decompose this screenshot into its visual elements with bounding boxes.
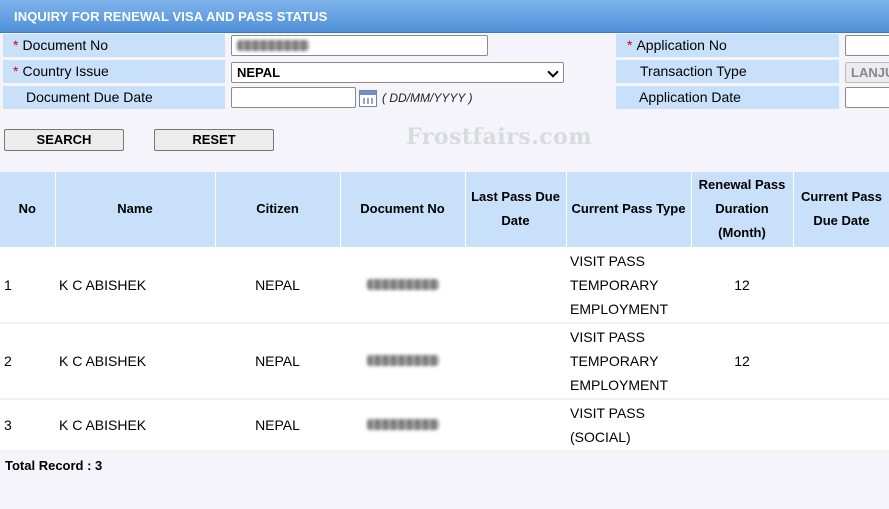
cell-current-pass-due-date: [793, 323, 889, 400]
application-no-input[interactable]: [845, 35, 889, 56]
redacted-document-no: [237, 40, 309, 51]
required-mark: *: [627, 37, 633, 53]
cell-last-pass-due-date: [465, 323, 566, 400]
page-header: INQUIRY FOR RENEWAL VISA AND PASS STATUS: [0, 0, 889, 33]
column-header-citizen: Citizen: [215, 172, 341, 248]
cell-renewal-pass-duration: 12: [691, 323, 793, 400]
redacted-document-no: [366, 419, 439, 430]
cell-renewal-pass-duration: 12: [691, 247, 793, 324]
table-row: 3 K C ABISHEK NEPAL VISIT PASS (SOCIAL): [0, 399, 889, 452]
cell-current-pass-due-date: [793, 247, 889, 324]
results-table: No Name Citizen Document No Last Pass Du…: [0, 172, 889, 452]
cell-current-pass-due-date: [793, 399, 889, 452]
cell-renewal-pass-duration: [691, 399, 793, 452]
table-row: 2 K C ABISHEK NEPAL VISIT PASS TEMPORARY…: [0, 323, 889, 400]
required-mark: *: [13, 63, 19, 79]
chevron-down-icon: [547, 66, 559, 78]
date-format-hint: ( DD/MM/YYYY ): [382, 91, 473, 105]
search-button[interactable]: SEARCH: [4, 129, 124, 151]
total-record: Total Record : 3: [5, 458, 103, 473]
cell-document-no: [340, 323, 465, 400]
cell-last-pass-due-date: [465, 399, 566, 452]
redacted-document-no: [366, 355, 439, 366]
column-header-current-pass-type: Current Pass Type: [566, 172, 692, 248]
column-header-no: No: [0, 172, 56, 248]
cell-name: K C ABISHEK: [55, 323, 215, 400]
country-issue-label: * Country Issue: [3, 60, 225, 83]
application-no-label: * Application No: [616, 34, 839, 57]
cell-current-pass-type: VISIT PASS (SOCIAL): [566, 399, 691, 452]
cell-no: 1: [0, 247, 55, 324]
cell-name: K C ABISHEK: [55, 247, 215, 324]
document-due-date-label: Document Due Date: [3, 86, 225, 109]
cell-document-no: [340, 247, 465, 324]
cell-citizen: NEPAL: [215, 323, 340, 400]
cell-last-pass-due-date: [465, 247, 566, 324]
table-row: 1 K C ABISHEK NEPAL VISIT PASS TEMPORARY…: [0, 247, 889, 324]
cell-document-no: [340, 399, 465, 452]
column-header-document-no: Document No: [340, 172, 466, 248]
cell-citizen: NEPAL: [215, 399, 340, 452]
required-mark: *: [13, 37, 19, 53]
cell-no: 3: [0, 399, 55, 452]
cell-name: K C ABISHEK: [55, 399, 215, 452]
reset-button[interactable]: RESET: [154, 129, 274, 151]
cell-current-pass-type: VISIT PASS TEMPORARY EMPLOYMENT: [566, 247, 691, 324]
calendar-icon[interactable]: [359, 90, 377, 107]
cell-no: 2: [0, 323, 55, 400]
application-date-input[interactable]: [845, 87, 889, 108]
document-no-input[interactable]: [231, 35, 488, 56]
document-due-date-input[interactable]: [231, 87, 356, 108]
country-issue-select[interactable]: NEPAL: [231, 62, 564, 83]
column-header-name: Name: [55, 172, 216, 248]
redacted-document-no: [366, 278, 439, 290]
column-header-last-pass-due-date: Last Pass Due Date: [465, 172, 567, 248]
document-no-label: * Document No: [3, 34, 225, 57]
transaction-type-field[interactable]: LANJU: [845, 62, 889, 83]
cell-current-pass-type: VISIT PASS TEMPORARY EMPLOYMENT: [566, 323, 691, 400]
watermark: Frostfairs.com: [406, 124, 593, 150]
cell-citizen: NEPAL: [215, 247, 340, 324]
transaction-type-label: Transaction Type: [616, 60, 839, 83]
application-date-label: Application Date: [616, 86, 839, 109]
column-header-renewal-pass-duration: Renewal Pass Duration (Month): [691, 172, 794, 248]
table-header-row: No Name Citizen Document No Last Pass Du…: [0, 172, 889, 248]
column-header-current-pass-due-date: Current Pass Due Date: [793, 172, 889, 248]
page-title: INQUIRY FOR RENEWAL VISA AND PASS STATUS: [14, 9, 328, 24]
